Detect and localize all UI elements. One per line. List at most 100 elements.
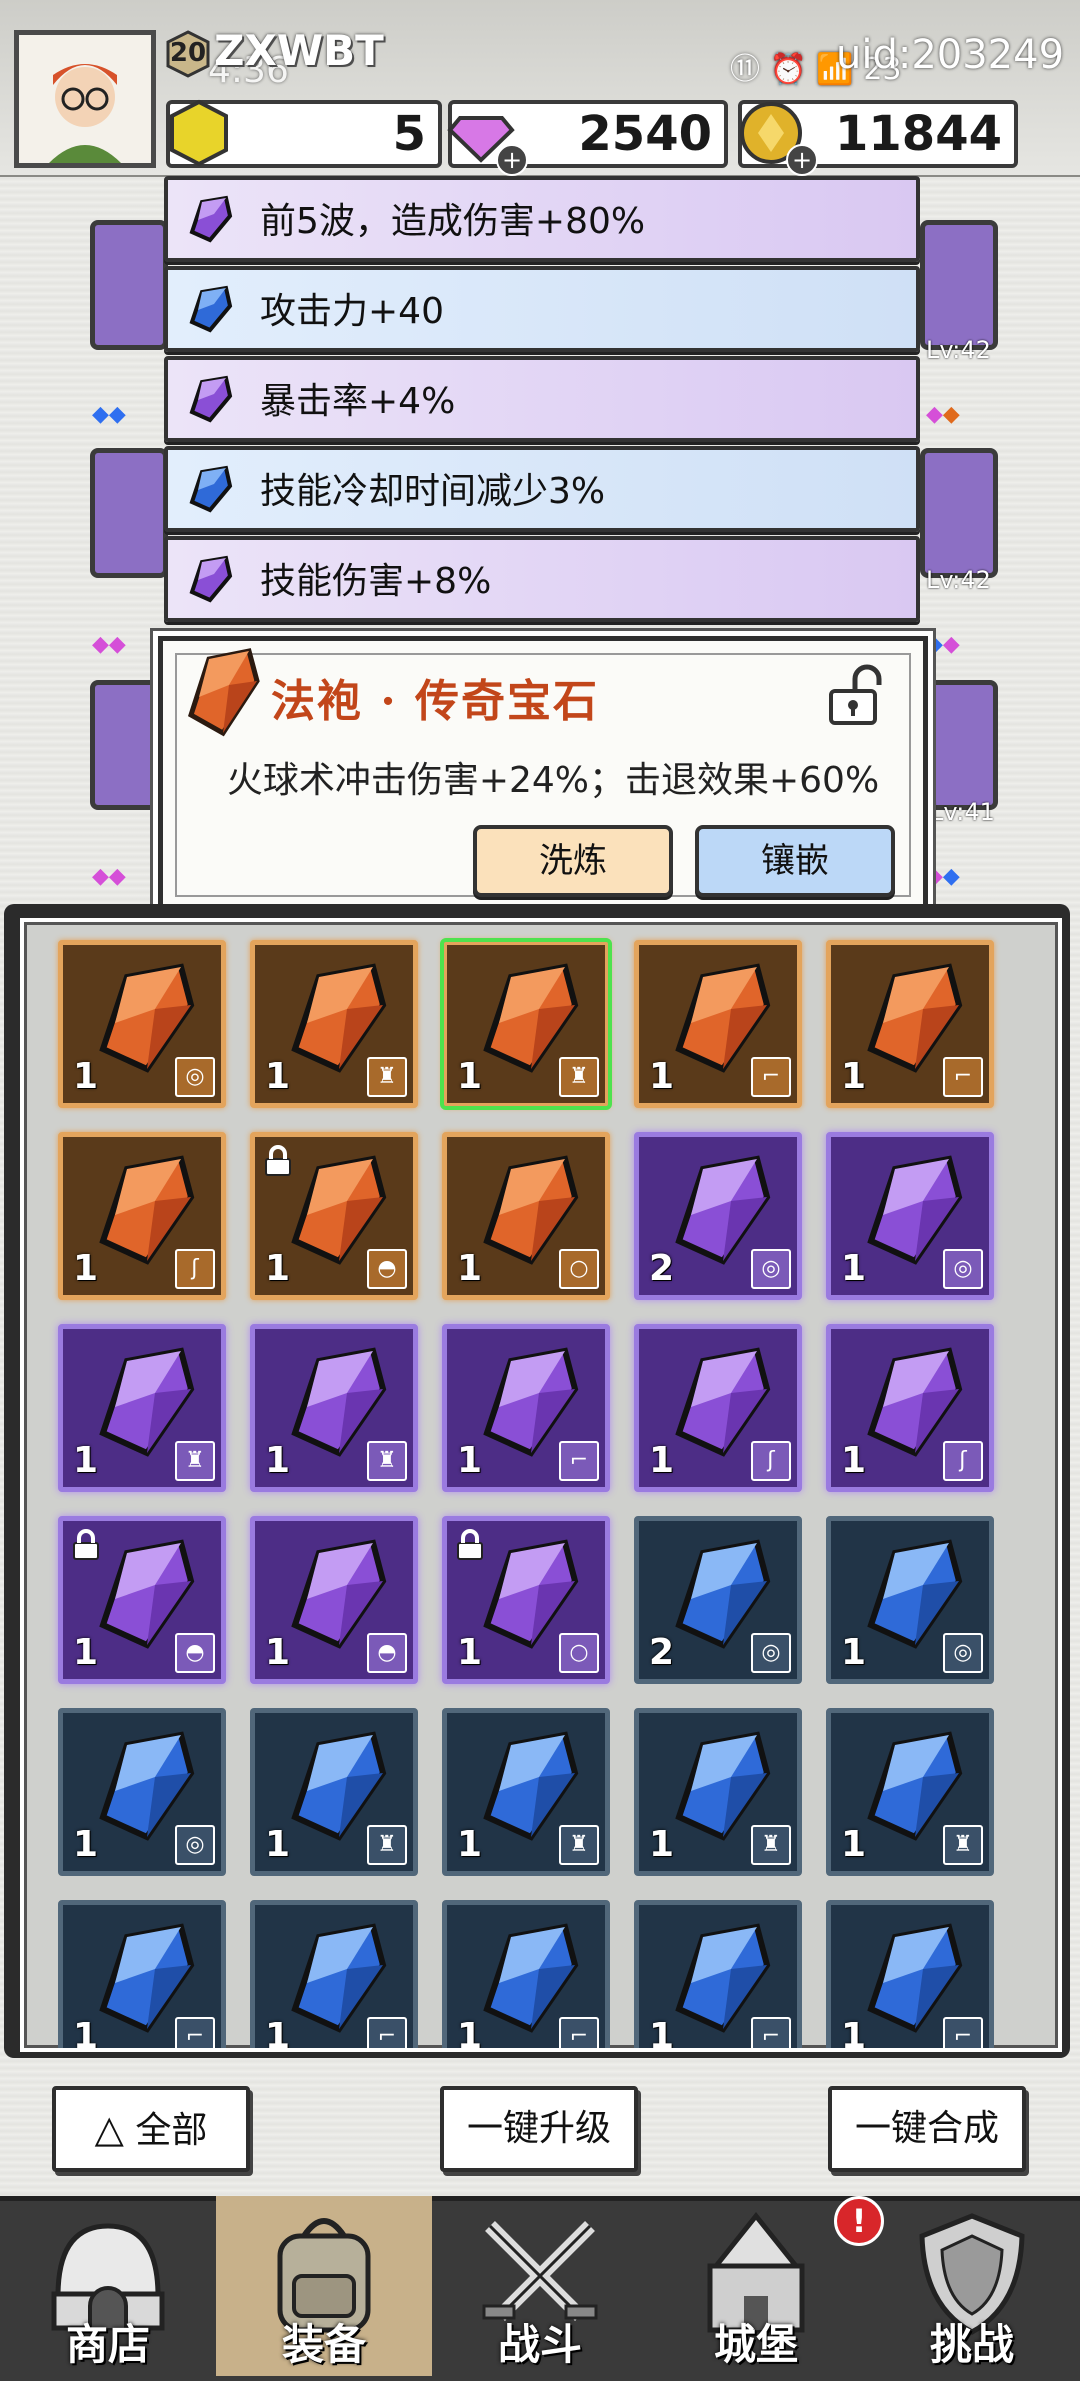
attribute-text: 暴击率+4% [260,381,456,422]
gem-slot-epic[interactable]: 1 ⌐ [442,1324,610,1492]
hero-gem-indicators-3: ◆◆ [92,864,126,889]
ring-slot-icon: ◎ [751,1249,791,1289]
attribute-row: 前5波，造成伤害+80% [164,176,920,262]
gem-slot-rare[interactable]: 1 ◎ [826,1516,994,1684]
gem-slot-rare[interactable]: 1 ⌐ [826,1900,994,2052]
purple-gem-icon [189,555,233,603]
boot-slot-icon: ⌐ [943,2017,983,2048]
gem-slot-legend[interactable]: 1 ○ [442,1132,610,1300]
avatar-portrait-icon [19,35,151,163]
gem-count: 1 [841,1440,867,1481]
hero-slot-left-3[interactable] [90,680,168,810]
gem-count: 1 [265,1056,291,1097]
staff-slot-icon: ʃ [175,1249,215,1289]
gem-slot-epic[interactable]: 2 ◎ [634,1132,802,1300]
player-name: ZXWBT [214,26,384,75]
hero-slot-right-3[interactable] [920,680,998,810]
merge-all-button[interactable]: 一键合成 [828,2086,1026,2172]
filter-all-label: 全部 [135,2110,208,2151]
gem-slot-epic[interactable]: 1 ♜ [58,1324,226,1492]
diamond-counter: + 2540 [447,100,728,176]
gem-slot-legend[interactable]: 1 ◓ [250,1132,418,1300]
robe-slot-icon: ♜ [751,1825,791,1865]
player-avatar[interactable] [14,30,156,168]
hero-gem-indicators-4: ◆◆ [926,402,960,427]
gem-slot-rare[interactable]: 1 ⌐ [634,1900,802,2048]
boot-slot-icon: ⌐ [751,1057,791,1097]
ring-slot-icon: ◎ [751,1633,791,1673]
gem-count: 1 [841,1056,867,1097]
gem-slot-rare[interactable]: 1 ⌐ [250,1900,418,2052]
nav-item-castle[interactable]: 城堡 [648,2196,864,2376]
gem-slot-rare[interactable]: 1 ⌐ [58,1900,226,2052]
boot-slot-icon: ⌐ [559,1441,599,1481]
gem-count: 1 [841,2016,867,2052]
gem-slot-rare[interactable]: 1 ◎ [58,1708,226,1876]
hero-slot-right-1[interactable] [920,220,998,350]
nav-item-backpack[interactable]: 装备 [216,2196,432,2376]
filter-all-button[interactable]: △ 全部 [52,2086,250,2172]
blue-gem-icon [189,465,233,513]
gem-slot-epic[interactable]: 1 ♜ [250,1324,418,1492]
gem-count: 1 [841,1632,867,1673]
robe-slot-icon: ♜ [175,1441,215,1481]
hero-gem-indicators-6: ◆◆ [926,864,960,889]
gem-slot-epic[interactable]: 1 ◓ [58,1516,226,1684]
gem-slot-rare[interactable]: 2 ◎ [634,1516,802,1684]
add-coin-button[interactable]: + [786,144,818,176]
gem-slot-legend[interactable]: 1 ♜ [440,938,612,1110]
robe-slot-icon: ♜ [559,1057,599,1097]
gem-inventory-grid[interactable]: 1 ◎ 1 ♜ 1 ♜ 1 ⌐ 1 ⌐ 1 ʃ 1 ◓ 1 ○ 2 ◎ 1 ◎ 1 ♜ 1 ♜ 1 ⌐ 1 ʃ 1 ʃ 1 ◓ 1 ◓ 1 ○ 2 ◎ 1 ◎… [20,918,1062,2052]
gem-count: 1 [73,1824,99,1865]
hero-level-2: Lv:42 [926,566,991,594]
robe-slot-icon: ♜ [943,1825,983,1865]
gem-slot-epic[interactable]: 1 ○ [442,1516,610,1684]
gem-count: 1 [457,1056,483,1097]
gem-slot-legend[interactable]: 1 ⌐ [826,940,994,1108]
attribute-row: 技能冷却时间减少3% [164,446,920,532]
gem-slot-epic[interactable]: 1ʃ [634,1324,802,1492]
gem-slot-rare[interactable]: 1 ♜ [250,1708,418,1876]
attribute-text: 技能伤害+8% [260,561,492,602]
nav-item-crossed-swords[interactable]: 战斗 [432,2196,648,2376]
gem-slot-rare[interactable]: 1 ⌐ [442,1900,610,2048]
hero-gem-indicators-5: ◆◆ [926,632,960,657]
gem-slot-epic[interactable]: 1ʃ [826,1324,994,1492]
gem-count: 1 [265,1440,291,1481]
hero-slot-left-2[interactable] [90,448,168,578]
gem-slot-epic[interactable]: 1 ◎ [826,1132,994,1300]
gem-count: 1 [73,1248,99,1289]
gem-slot-rare[interactable]: 1 ♜ [634,1708,802,1876]
inlay-button[interactable]: 镶嵌 [695,825,895,897]
castle-alert-badge: ! [834,2196,884,2246]
unlock-icon[interactable] [823,663,887,727]
upgrade-all-button[interactable]: 一键升级 [440,2086,638,2172]
gem-count: 2 [649,1248,675,1289]
hero-level-1: Lv:42 [926,336,991,364]
boot-slot-icon: ⌐ [175,2017,215,2048]
gem-slot-legend[interactable]: 1ʃ [58,1132,226,1300]
hat-slot-icon: ◓ [367,1633,407,1673]
nav-item-shop[interactable]: 商店 [0,2196,216,2376]
add-diamond-button[interactable]: + [496,144,528,176]
gem-slot-rare[interactable]: 1 ♜ [826,1708,994,1876]
gem-count: 1 [73,2016,99,2052]
nav-item-shield[interactable]: 挑战 [864,2196,1080,2376]
robe-slot-icon: ♜ [367,1441,407,1481]
gem-slot-rare[interactable]: 1 ♜ [442,1708,610,1876]
gem-slot-legend[interactable]: 1 ⌐ [634,940,802,1108]
gem-count: 1 [265,2016,291,2052]
hero-slot-right-2[interactable] [920,448,998,578]
refine-button[interactable]: 洗炼 [473,825,673,897]
hero-slot-left-1[interactable] [90,220,168,350]
gem-slot-legend[interactable]: 1 ◎ [58,940,226,1108]
popup-description: 火球术冲击伤害+24%；击退效果+60% [226,760,880,801]
gem-count: 1 [841,1248,867,1289]
gem-slot-epic[interactable]: 1 ◓ [250,1516,418,1684]
hero-gem-indicators-1: ◆◆ [92,402,126,427]
popup-title: 法袍 · 传奇宝石 [271,676,599,727]
gem-slot-legend[interactable]: 1 ♜ [250,940,418,1108]
lock-icon [265,1145,291,1176]
attribute-row: 技能伤害+8% [164,536,920,622]
gem-count: 1 [265,1248,291,1289]
